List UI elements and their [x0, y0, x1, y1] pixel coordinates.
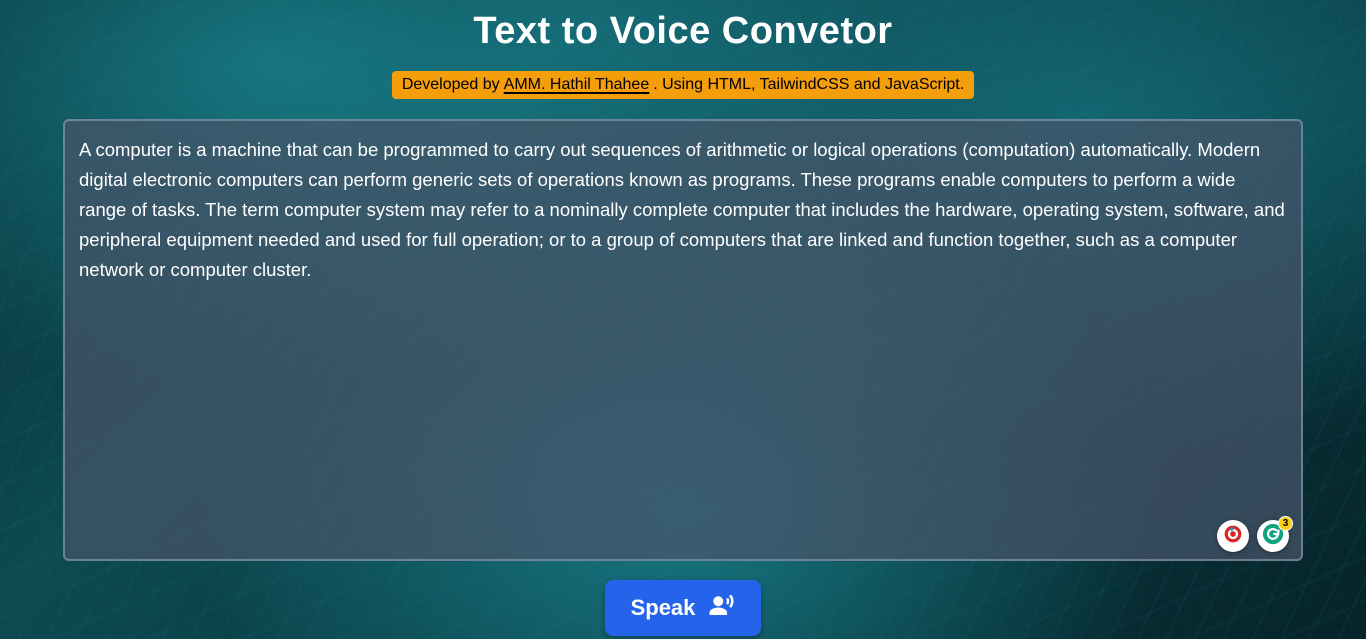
author-link[interactable]: AMM. Hathil Thahee	[504, 76, 650, 94]
extension-floaters: 3	[1217, 520, 1289, 552]
speak-button[interactable]: Speak	[605, 580, 762, 636]
target-icon	[1223, 524, 1243, 549]
grammarly-extension-button[interactable]: 3	[1257, 520, 1289, 552]
subtitle-suffix: . Using HTML, TailwindCSS and JavaScript…	[653, 76, 964, 94]
page-title: Text to Voice Convetor	[473, 10, 892, 53]
target-extension-button[interactable]	[1217, 520, 1249, 552]
subtitle-pill: Developed by AMM. Hathil Thahee . Using …	[392, 71, 974, 99]
text-input[interactable]	[63, 119, 1303, 561]
speak-button-label: Speak	[631, 595, 696, 621]
record-voice-icon	[707, 590, 737, 626]
textarea-container: 3	[63, 119, 1303, 566]
grammarly-badge: 3	[1278, 516, 1293, 531]
subtitle-prefix: Developed by	[402, 76, 500, 94]
